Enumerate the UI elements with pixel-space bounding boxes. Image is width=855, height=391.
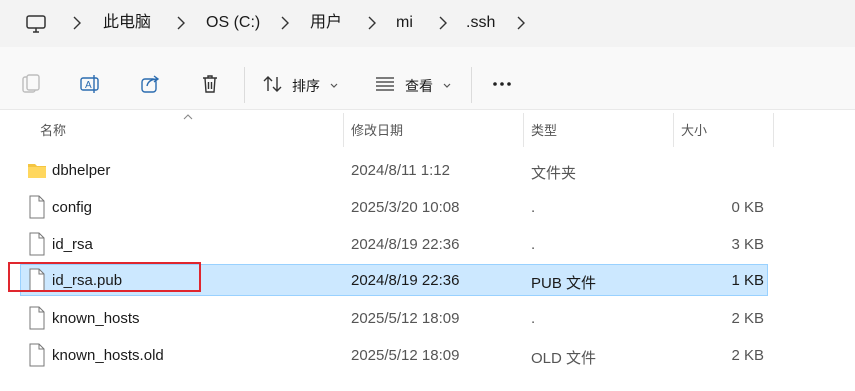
- file-size: 2 KB: [731, 310, 764, 327]
- file-name: config: [52, 199, 93, 216]
- address-bar[interactable]: 此电脑 OS (C:) 用户 mi .ssh: [0, 0, 855, 47]
- sort-ascending-icon: [183, 114, 193, 120]
- file-date: 2025/3/20 10:08: [351, 199, 460, 216]
- file-icon: [29, 343, 45, 367]
- column-divider[interactable]: [773, 113, 774, 147]
- column-date-header[interactable]: 修改日期: [351, 120, 403, 139]
- file-size: 3 KB: [731, 236, 764, 253]
- list-item[interactable]: known_hosts 2025/5/12 18:09 . 2 KB: [0, 302, 855, 339]
- view-button[interactable]: 查看: [405, 76, 433, 96]
- file-icon: [29, 306, 45, 330]
- chevron-right-icon[interactable]: [177, 16, 185, 30]
- file-type: .: [531, 199, 536, 216]
- file-size: 1 KB: [731, 272, 764, 289]
- toolbar-divider: [471, 67, 472, 103]
- file-type: PUB 文件: [531, 275, 597, 292]
- file-type: .: [531, 236, 536, 253]
- breadcrumb-users[interactable]: 用户: [310, 13, 342, 33]
- breadcrumb-this-pc[interactable]: 此电脑: [103, 13, 151, 33]
- toolbar-divider: [244, 67, 245, 103]
- paste-icon[interactable]: [19, 73, 41, 95]
- chevron-right-icon[interactable]: [368, 16, 376, 30]
- file-date: 2025/5/12 18:09: [351, 310, 460, 327]
- this-pc-icon[interactable]: [25, 13, 47, 35]
- breadcrumb-os-c[interactable]: OS (C:): [206, 13, 260, 33]
- column-name-header[interactable]: 名称: [40, 120, 66, 139]
- file-type: 文件夹: [531, 165, 577, 182]
- file-size: 2 KB: [731, 347, 764, 364]
- column-divider[interactable]: [343, 113, 344, 147]
- chevron-right-icon[interactable]: [281, 16, 289, 30]
- more-options-icon[interactable]: [491, 73, 513, 95]
- list-item[interactable]: config 2025/3/20 10:08 . 0 KB: [0, 191, 855, 228]
- file-icon: [29, 195, 45, 219]
- file-date: 2025/5/12 18:09: [351, 347, 460, 364]
- file-date: 2024/8/11 1:12: [351, 162, 450, 179]
- file-date: 2024/8/19 22:36: [351, 236, 460, 253]
- list-item[interactable]: id_rsa 2024/8/19 22:36 . 3 KB: [0, 228, 855, 265]
- file-name: dbhelper: [52, 162, 111, 179]
- chevron-down-icon[interactable]: [330, 83, 338, 89]
- list-item[interactable]: dbhelper 2024/8/11 1:12 文件夹: [0, 154, 855, 191]
- view-icon[interactable]: [374, 73, 396, 95]
- sort-icon[interactable]: [262, 73, 284, 95]
- rename-icon[interactable]: A: [79, 73, 101, 95]
- file-date: 2024/8/19 22:36: [351, 272, 460, 289]
- file-size: 0 KB: [731, 199, 764, 216]
- sort-button[interactable]: 排序: [292, 76, 320, 96]
- chevron-right-icon[interactable]: [517, 16, 525, 30]
- file-name: known_hosts: [52, 310, 140, 327]
- share-icon[interactable]: [139, 73, 161, 95]
- column-header-row: 名称 修改日期 类型 大小: [0, 110, 855, 148]
- column-divider[interactable]: [673, 113, 674, 147]
- file-type: OLD 文件: [531, 350, 597, 367]
- file-name: known_hosts.old: [52, 347, 164, 364]
- command-bar: A 排序 查看: [0, 47, 855, 110]
- breadcrumb-ssh[interactable]: .ssh: [466, 13, 495, 33]
- column-size-header[interactable]: 大小: [681, 120, 707, 139]
- breadcrumb-mi[interactable]: mi: [396, 13, 413, 33]
- chevron-right-icon[interactable]: [73, 16, 81, 30]
- delete-icon[interactable]: [199, 73, 221, 95]
- list-item[interactable]: known_hosts.old 2025/5/12 18:09 OLD 文件 2…: [0, 339, 855, 376]
- chevron-right-icon[interactable]: [439, 16, 447, 30]
- file-type: .: [531, 310, 536, 327]
- file-name: id_rsa: [52, 236, 93, 253]
- file-icon: [29, 232, 45, 256]
- annotation-highlight-box: [8, 262, 201, 292]
- column-type-header[interactable]: 类型: [531, 120, 557, 139]
- column-divider[interactable]: [523, 113, 524, 147]
- folder-icon: [28, 164, 46, 178]
- svg-text:A: A: [85, 80, 92, 91]
- chevron-down-icon[interactable]: [443, 83, 451, 89]
